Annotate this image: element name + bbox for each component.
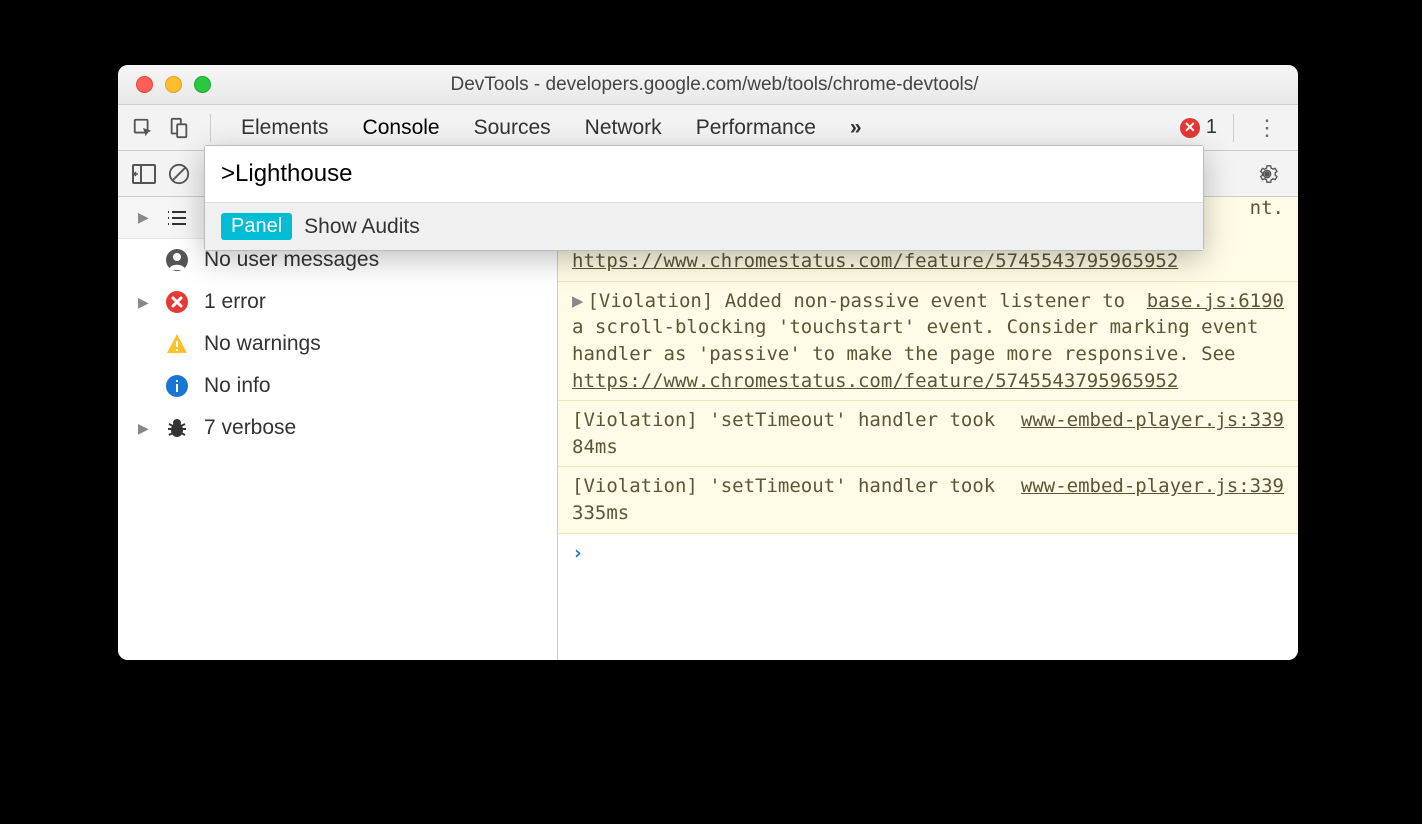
expand-icon[interactable]: ▶ (572, 290, 583, 312)
result-badge: Panel (221, 213, 292, 240)
console-message[interactable]: www-embed-player.js:339 [Violation] 'set… (558, 467, 1298, 533)
message-text: [Violation] 'setTimeout' handler took 84… (572, 409, 995, 458)
expand-icon: ▶ (138, 420, 150, 437)
panel-tabs: Elements Console Sources Network Perform… (231, 106, 862, 150)
error-counter[interactable]: ✕ 1 (1180, 116, 1217, 139)
console-settings-icon[interactable] (1256, 163, 1278, 185)
command-menu-result[interactable]: Panel Show Audits (205, 202, 1203, 250)
list-icon (164, 205, 190, 231)
more-menu-icon[interactable]: ⋮ (1250, 115, 1284, 141)
clear-console-icon[interactable] (168, 163, 190, 185)
separator (1233, 114, 1234, 142)
sidebar-row-errors[interactable]: ▶ 1 error (118, 281, 557, 323)
bug-icon (164, 415, 190, 441)
warning-icon (164, 331, 190, 357)
expand-icon: ▶ (138, 209, 150, 226)
error-icon (164, 289, 190, 315)
tab-network[interactable]: Network (585, 106, 662, 150)
device-toggle-icon[interactable] (168, 117, 190, 139)
sidebar-label: No warnings (204, 332, 321, 356)
message-source[interactable]: base.js:6190 (1147, 288, 1284, 315)
error-count: 1 (1206, 116, 1217, 139)
user-icon (164, 247, 190, 273)
close-button[interactable] (136, 76, 153, 93)
message-link[interactable]: https://www.chromestatus.com/feature/574… (572, 370, 1178, 392)
window-title: DevTools - developers.google.com/web/too… (211, 74, 1298, 96)
separator (210, 114, 211, 142)
prompt-icon: › (572, 542, 583, 564)
console-sidebar: ▶ ▶ No user messages ▶ 1 error (118, 197, 558, 660)
sidebar-row-warnings[interactable]: ▶ No warnings (118, 323, 557, 365)
message-source[interactable]: www-embed-player.js:339 (1021, 407, 1284, 434)
tab-performance[interactable]: Performance (696, 106, 816, 150)
sidebar-label: 1 error (204, 290, 266, 314)
content-area: ▶ ▶ No user messages ▶ 1 error (118, 197, 1298, 660)
tab-elements[interactable]: Elements (241, 106, 329, 150)
console-messages: nt. make the page more responsive. See h… (558, 197, 1298, 660)
error-icon: ✕ (1180, 118, 1200, 138)
minimize-button[interactable] (165, 76, 182, 93)
message-tail: nt. (1250, 197, 1284, 219)
result-label: Show Audits (304, 215, 420, 239)
command-menu: Panel Show Audits (204, 145, 1204, 251)
expand-icon: ▶ (138, 294, 150, 311)
info-icon (164, 373, 190, 399)
message-link[interactable]: https://www.chromestatus.com/feature/574… (572, 250, 1178, 272)
traffic-lights (118, 76, 211, 93)
message-text: [Violation] 'setTimeout' handler took 33… (572, 475, 995, 524)
command-menu-input[interactable] (205, 146, 1203, 202)
sidebar-label: No user messages (204, 248, 379, 272)
console-message[interactable]: base.js:6190 ▶[Violation] Added non-pass… (558, 282, 1298, 401)
console-prompt[interactable]: › (558, 534, 1298, 572)
sidebar-label: No info (204, 374, 271, 398)
tab-sources[interactable]: Sources (474, 106, 551, 150)
tab-console[interactable]: Console (363, 106, 440, 150)
inspect-icon[interactable] (132, 117, 154, 139)
sidebar-row-info[interactable]: ▶ No info (118, 365, 557, 407)
toggle-sidebar-icon[interactable] (132, 164, 156, 184)
message-source[interactable]: www-embed-player.js:339 (1021, 473, 1284, 500)
titlebar: DevTools - developers.google.com/web/too… (118, 65, 1298, 105)
sidebar-label: 7 verbose (204, 416, 296, 440)
console-message[interactable]: www-embed-player.js:339 [Violation] 'set… (558, 401, 1298, 467)
devtools-window: DevTools - developers.google.com/web/too… (118, 65, 1298, 660)
sidebar-row-verbose[interactable]: ▶ 7 verbose (118, 407, 557, 449)
zoom-button[interactable] (194, 76, 211, 93)
tabs-overflow[interactable]: » (850, 106, 862, 150)
